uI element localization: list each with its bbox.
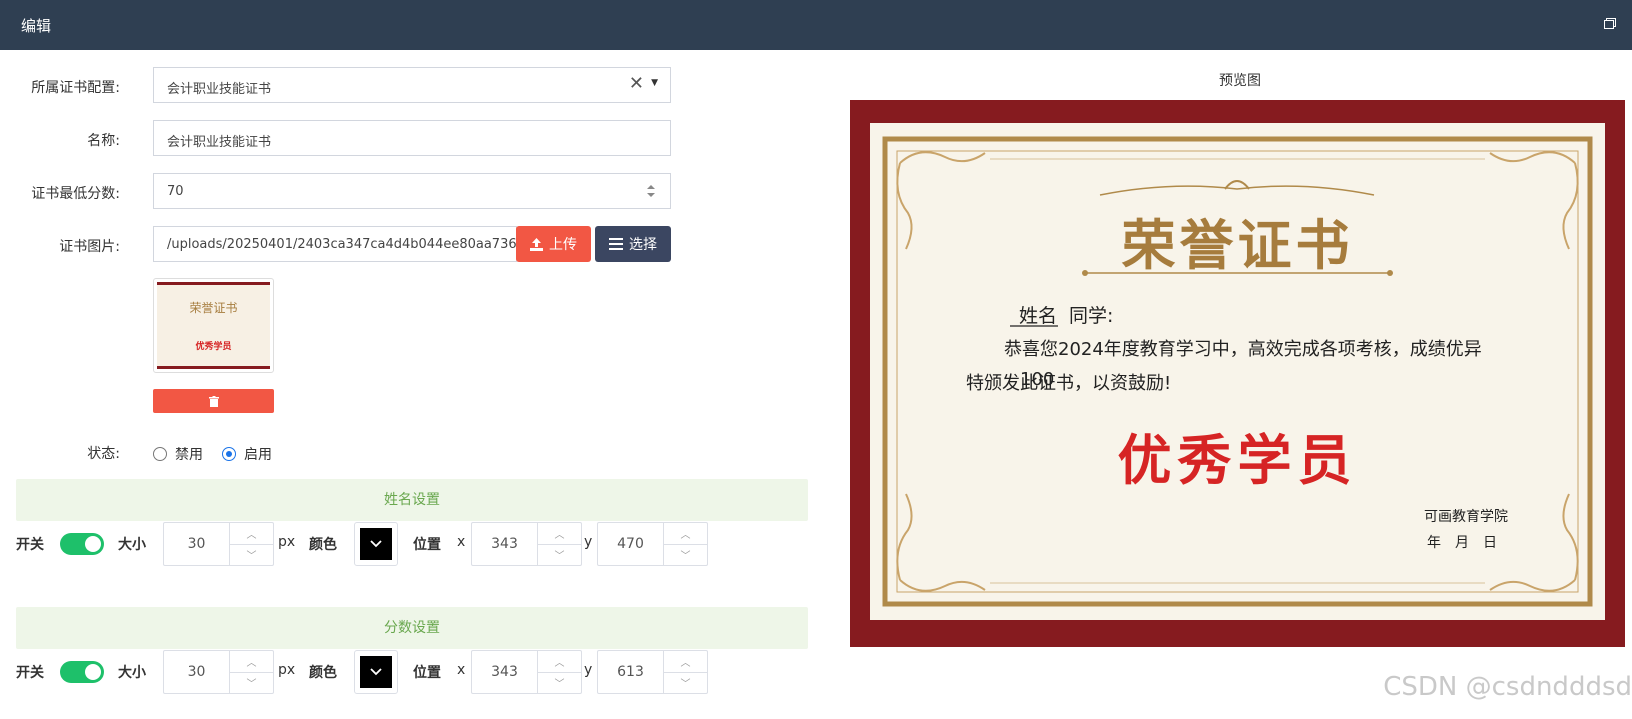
name-size-input[interactable]: 30 ︿ ﹀ [163, 522, 274, 566]
increment-icon[interactable]: ︿ [538, 523, 581, 544]
name-y-label: y [584, 534, 593, 550]
stepper-icon[interactable] [646, 183, 656, 199]
upload-icon [530, 237, 543, 251]
name-color-label: 颜色 [309, 537, 337, 553]
chevron-down-icon [370, 668, 382, 676]
body-line-2: 特颁发此证书，以资鼓励! [966, 373, 1172, 394]
name-size-label: 大小 [118, 537, 146, 553]
status-enabled-label: 启用 [244, 447, 272, 463]
score-position-label: 位置 [413, 665, 441, 681]
decrement-icon[interactable]: ﹀ [538, 671, 581, 694]
name-y-value: 470 [617, 536, 644, 552]
maximize-icon[interactable] [1604, 18, 1616, 29]
name-switch-toggle[interactable] [60, 533, 104, 555]
name-label: 名称: [87, 133, 120, 149]
score-y-value: 613 [617, 664, 644, 680]
image-path-input[interactable]: /uploads/20250401/2403ca347ca4d4b044ee80… [153, 226, 517, 262]
body-line-1: 恭喜您2024年度教育学习中，高效完成各项考核，成绩优异 [1004, 339, 1482, 360]
increment-icon[interactable]: ︿ [664, 651, 707, 672]
certificate-thumbnail: 荣誉证书 优秀学员 [153, 278, 274, 373]
chevron-down-icon [370, 540, 382, 548]
name-x-input[interactable]: 343 ︿ ﹀ [471, 522, 582, 566]
score-size-unit: px [278, 662, 296, 678]
increment-icon[interactable]: ︿ [230, 523, 273, 544]
issue-date: 年 月 日 [1427, 535, 1497, 551]
name-switch-label: 开关 [16, 537, 44, 553]
award-title: 优秀学员 [1117, 428, 1358, 492]
upload-button[interactable]: 上传 [516, 226, 591, 262]
decrement-icon[interactable]: ﹀ [230, 671, 273, 694]
increment-icon[interactable]: ︿ [230, 651, 273, 672]
score-overlay: 100 [1020, 369, 1055, 390]
decrement-icon[interactable]: ﹀ [664, 671, 707, 694]
window-title: 编辑 [21, 17, 52, 35]
name-size-value: 30 [187, 536, 206, 552]
decrement-icon[interactable]: ﹀ [538, 543, 581, 566]
window-titlebar: 编辑 [0, 0, 1632, 50]
certificate-heading: 荣誉证书 [1121, 213, 1354, 277]
name-placeholder: 姓名 [1019, 305, 1058, 327]
score-settings-header: 分数设置 [16, 607, 808, 649]
score-y-label: y [584, 662, 593, 678]
increment-icon[interactable]: ︿ [664, 523, 707, 544]
upload-label: 上传 [549, 237, 577, 253]
status-disabled-label: 禁用 [175, 447, 203, 463]
status-disabled-option[interactable]: 禁用 [153, 444, 203, 464]
score-switch-toggle[interactable] [60, 661, 104, 683]
score-color-label: 颜色 [309, 665, 337, 681]
certificate-preview: 荣誉证书 姓名 同学: 恭喜您2024年度教育学习中，高效完成各项考核，成绩优异… [850, 100, 1625, 647]
score-size-value: 30 [187, 664, 206, 680]
score-x-label: x [457, 662, 466, 678]
choose-button[interactable]: 选择 [595, 226, 671, 262]
thumbnail-heading: 荣誉证书 [189, 301, 238, 315]
watermark: CSDN @csdndddsd [1383, 672, 1632, 702]
status-disabled-radio[interactable] [153, 447, 167, 461]
salutation: 同学: [1069, 305, 1114, 327]
min-score-value: 70 [167, 184, 184, 199]
choose-label: 选择 [629, 237, 657, 253]
name-y-input[interactable]: 470 ︿ ﹀ [597, 522, 708, 566]
name-input[interactable]: 会计职业技能证书 [153, 120, 671, 156]
preview-title: 预览图 [1219, 73, 1261, 89]
issuer: 可画教育学院 [1424, 509, 1508, 525]
thumbnail-award: 优秀学员 [195, 342, 232, 352]
name-settings-header: 姓名设置 [16, 479, 808, 521]
min-score-label: 证书最低分数: [31, 186, 120, 202]
caret-down-icon[interactable]: ▼ [651, 78, 658, 88]
name-color-picker[interactable] [354, 522, 398, 566]
config-label: 所属证书配置: [31, 80, 120, 96]
decrement-icon[interactable]: ﹀ [230, 543, 273, 566]
score-x-value: 343 [491, 664, 518, 680]
score-size-label: 大小 [118, 665, 146, 681]
score-color-picker[interactable] [354, 650, 398, 694]
config-select[interactable]: 会计职业技能证书 ✕ ▼ [153, 67, 671, 103]
name-position-label: 位置 [413, 537, 441, 553]
status-enabled-radio[interactable] [222, 447, 236, 461]
config-select-value: 会计职业技能证书 [167, 82, 272, 97]
clear-icon[interactable]: ✕ [629, 73, 644, 94]
decrement-icon[interactable]: ﹀ [664, 543, 707, 566]
name-x-label: x [457, 534, 466, 550]
score-y-input[interactable]: 613 ︿ ﹀ [597, 650, 708, 694]
status-label: 状态: [87, 446, 120, 462]
image-label: 证书图片: [59, 239, 120, 255]
score-switch-label: 开关 [16, 665, 44, 681]
name-size-unit: px [278, 534, 296, 550]
min-score-input[interactable]: 70 [153, 173, 671, 209]
certificate-paper: 荣誉证书 姓名 同学: 恭喜您2024年度教育学习中，高效完成各项考核，成绩优异… [870, 123, 1605, 620]
increment-icon[interactable]: ︿ [538, 651, 581, 672]
status-enabled-option[interactable]: 启用 [222, 444, 272, 464]
name-x-value: 343 [491, 536, 518, 552]
trash-icon [208, 395, 219, 407]
score-x-input[interactable]: 343 ︿ ﹀ [471, 650, 582, 694]
delete-image-button[interactable] [153, 389, 274, 413]
score-size-input[interactable]: 30 ︿ ﹀ [163, 650, 274, 694]
list-icon [609, 238, 623, 250]
